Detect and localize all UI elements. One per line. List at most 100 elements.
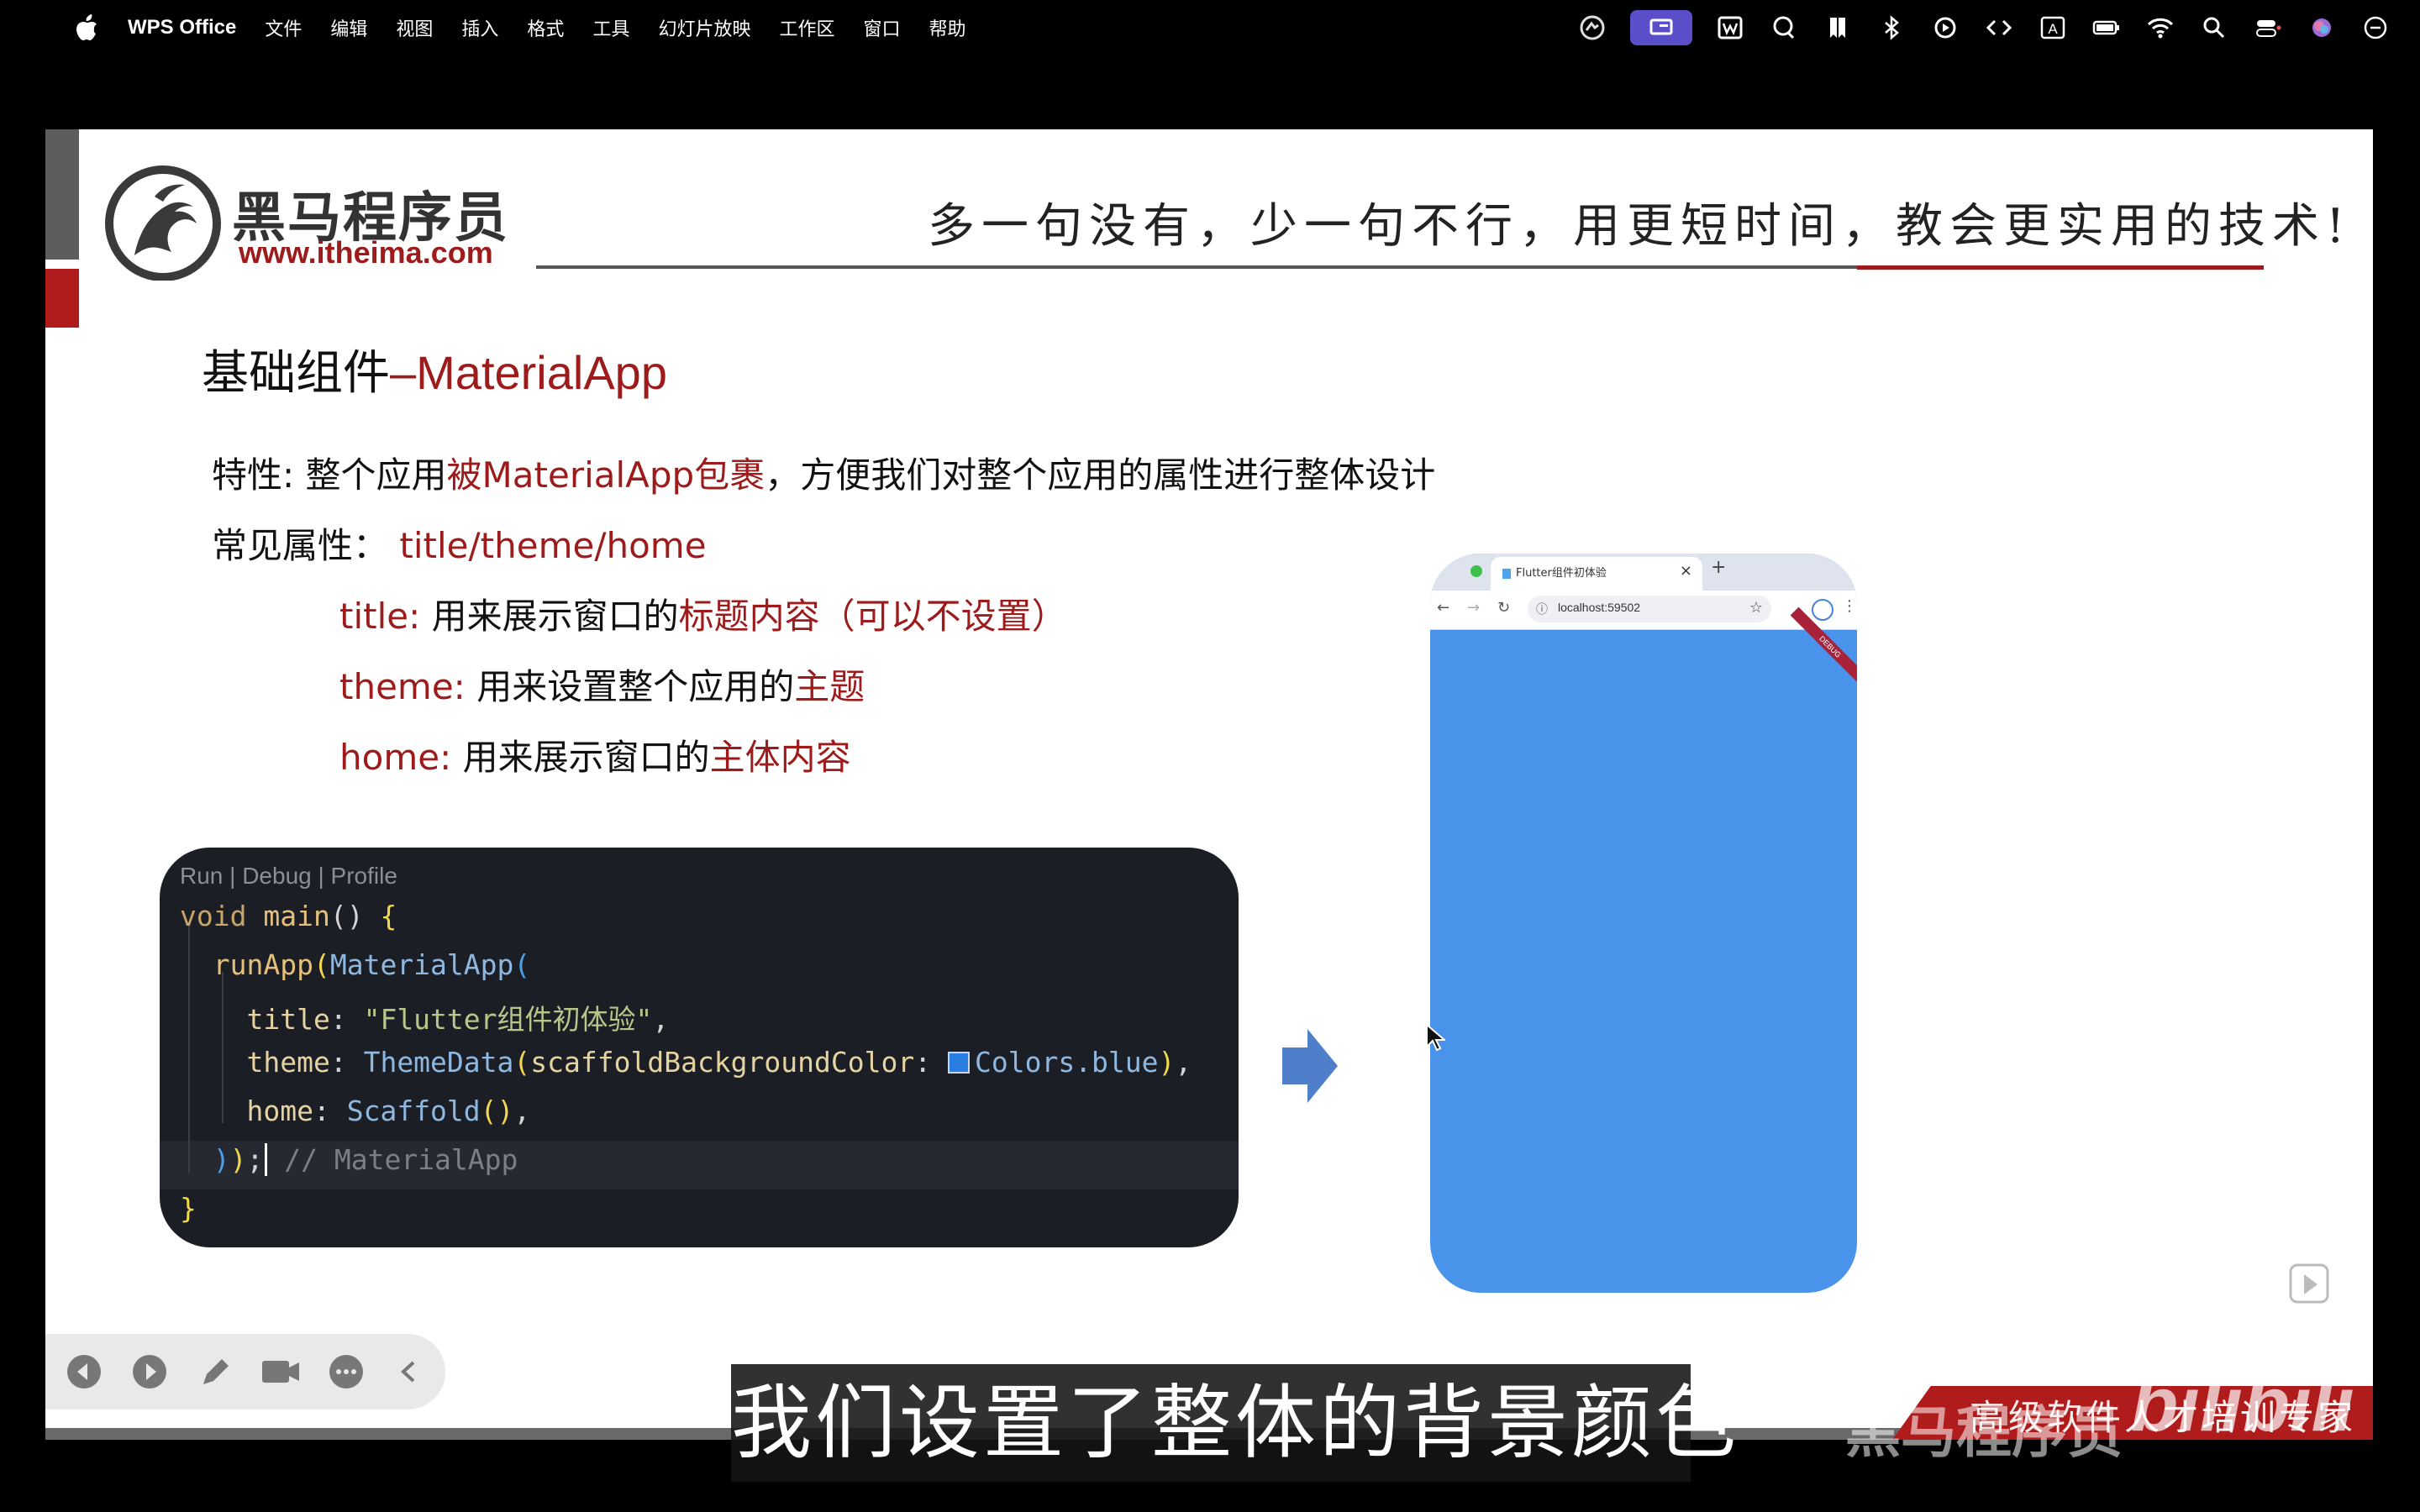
profile-icon[interactable] — [1812, 599, 1833, 621]
menu-view[interactable]: 视图 — [396, 14, 433, 41]
menu-insert[interactable]: 插入 — [461, 14, 498, 41]
prop-name: theme: — [339, 666, 477, 707]
menu-window[interactable]: 窗口 — [863, 14, 900, 41]
url-text: localhost:59502 — [1558, 601, 1641, 614]
prop-desc: 用来展示窗口的 — [462, 737, 710, 778]
browser-tabstrip: Flutter组件初体验 × + — [1430, 554, 1857, 591]
title-prefix: 基础组件 — [202, 346, 390, 401]
camera-icon[interactable] — [260, 1352, 301, 1391]
collapse-icon[interactable] — [388, 1352, 429, 1391]
minus-circle-icon[interactable] — [2360, 12, 2391, 44]
browser-preview: Flutter组件初体验 × + ← → ↻ ⓘ localhost:59502… — [1430, 554, 1857, 1293]
logo-url: www.itheima.com — [239, 235, 493, 270]
watermark-itheima: 黑马程序员 — [1845, 1400, 2123, 1465]
more-icon[interactable] — [326, 1352, 366, 1391]
mouse-cursor-icon — [1426, 1023, 1445, 1052]
fn-main: main — [263, 900, 330, 932]
prop-highlight: 主体内容 — [709, 737, 851, 778]
prop-desc: 用来设置整个应用的 — [476, 666, 795, 707]
flutter-icon — [1502, 569, 1511, 579]
feature-text-a: : 整个应用 — [282, 454, 447, 496]
watermark-bilibili: bilibili — [2131, 1362, 2354, 1447]
presentation-slide: 黑马程序员 www.itheima.com 多一句没有，少一句不行，用更短时间，… — [45, 129, 2373, 1440]
pen-icon[interactable] — [195, 1352, 235, 1391]
close-tab-icon[interactable]: × — [1680, 562, 1692, 580]
code-line: void main() { — [180, 900, 397, 932]
reload-icon[interactable]: ↻ — [1497, 599, 1510, 617]
play-button[interactable] — [2264, 1243, 2356, 1324]
play-icon — [2289, 1263, 2329, 1304]
svg-text:A: A — [2048, 21, 2058, 37]
param-home: home — [246, 1095, 313, 1127]
forward-icon[interactable]: → — [1467, 599, 1480, 617]
screen-share-icon[interactable] — [1630, 10, 1692, 45]
menu-file[interactable]: 文件 — [265, 14, 302, 41]
vpn-icon[interactable] — [1576, 12, 1608, 44]
prop-theme-line: theme: 用来设置整个应用的主题 — [339, 659, 865, 710]
menu-format[interactable]: 格式 — [527, 14, 564, 41]
bookmark-star-icon[interactable]: ☆ — [1749, 599, 1763, 617]
code-icon[interactable] — [1983, 12, 2015, 44]
browser-tab[interactable]: Flutter组件初体验 × — [1491, 557, 1702, 591]
battery-icon[interactable] — [2091, 12, 2123, 44]
menu-edit[interactable]: 编辑 — [330, 14, 367, 41]
wps-icon[interactable] — [1714, 12, 1746, 44]
kw-void: void — [180, 900, 247, 932]
slide-title: 基础组件–MaterialApp — [202, 335, 667, 403]
code-line: home: Scaffold(), — [246, 1095, 531, 1127]
string-title: "Flutter组件初体验" — [363, 1003, 653, 1036]
status-bar: A — [1576, 0, 2391, 55]
menu-tools[interactable]: 工具 — [592, 14, 629, 41]
new-tab-icon[interactable]: + — [1711, 557, 1726, 578]
more-menu-icon[interactable]: ⋮ — [1842, 597, 1857, 615]
colors-blue: Colors.blue — [974, 1046, 1159, 1079]
menu-help[interactable]: 帮助 — [929, 14, 966, 41]
codelens-links[interactable]: Run | Debug | Profile — [180, 863, 397, 890]
code-line: title: "Flutter组件初体验", — [246, 1003, 670, 1036]
param-theme: theme — [246, 1046, 330, 1079]
presenter-toolbar — [45, 1334, 445, 1410]
wifi-icon[interactable] — [2144, 12, 2176, 44]
url-field[interactable]: ⓘ localhost:59502 ☆ — [1528, 596, 1771, 622]
prop-highlight: 标题内容（可以不设置） — [678, 596, 1067, 637]
control-center-icon[interactable] — [2252, 12, 2284, 44]
menu-slideshow[interactable]: 幻灯片放映 — [658, 14, 750, 41]
chat-icon[interactable] — [1768, 12, 1800, 44]
feature-text-b: ，方便我们对整个应用的属性进行整体设计 — [765, 454, 1436, 496]
window-dot-icon[interactable] — [1470, 565, 1482, 577]
prop-home-line: home: 用来展示窗口的主体内容 — [339, 729, 851, 780]
feature-highlight: 被MaterialApp包裹 — [446, 454, 765, 496]
prop-desc: 用来展示窗口的 — [431, 596, 679, 637]
code-line: theme: ThemeData(scaffoldBackgroundColor… — [246, 1046, 1192, 1079]
prop-title-line: title: 用来展示窗口的标题内容（可以不设置） — [339, 588, 1067, 639]
param-title: title — [246, 1003, 330, 1036]
prev-icon[interactable] — [64, 1352, 104, 1391]
bluetooth-icon[interactable] — [1876, 12, 1907, 44]
title-suffix: –MaterialApp — [390, 346, 667, 399]
common-props-label: 常见属性： — [212, 525, 389, 566]
code-line: } — [180, 1192, 197, 1225]
code-comment: // MaterialApp — [284, 1143, 518, 1176]
prop-name: title: — [339, 596, 432, 637]
menu-workspace[interactable]: 工作区 — [779, 14, 834, 41]
color-swatch — [947, 1052, 970, 1074]
type-themedata: ThemeData — [363, 1046, 514, 1079]
tab-title: Flutter组件初体验 — [1516, 567, 1607, 580]
bookmark-icon[interactable] — [1822, 12, 1854, 44]
decorative-bar-red — [45, 269, 79, 328]
next-icon[interactable] — [129, 1352, 170, 1391]
back-icon[interactable]: ← — [1437, 599, 1449, 617]
menu-bar: WPS Office 文件 编辑 视图 插入 格式 工具 幻灯片放映 工作区 窗… — [0, 0, 2420, 55]
play-circle-icon[interactable] — [1929, 12, 1961, 44]
menu-app-name[interactable]: WPS Office — [128, 16, 236, 39]
common-props-line: 常见属性： title/theme/home — [212, 517, 707, 569]
site-info-icon[interactable]: ⓘ — [1536, 601, 1548, 617]
apple-icon[interactable] — [74, 13, 99, 42]
prop-name: home: — [339, 737, 463, 778]
address-bar: ← → ↻ ⓘ localhost:59502 ☆ ⋮ — [1430, 591, 1857, 630]
input-method-icon[interactable]: A — [2037, 12, 2069, 44]
siri-icon[interactable] — [2306, 12, 2338, 44]
header-divider-accent — [1857, 265, 2264, 270]
code-snippet: Run | Debug | Profile void main() { runA… — [160, 848, 1239, 1247]
search-icon[interactable] — [2198, 12, 2230, 44]
